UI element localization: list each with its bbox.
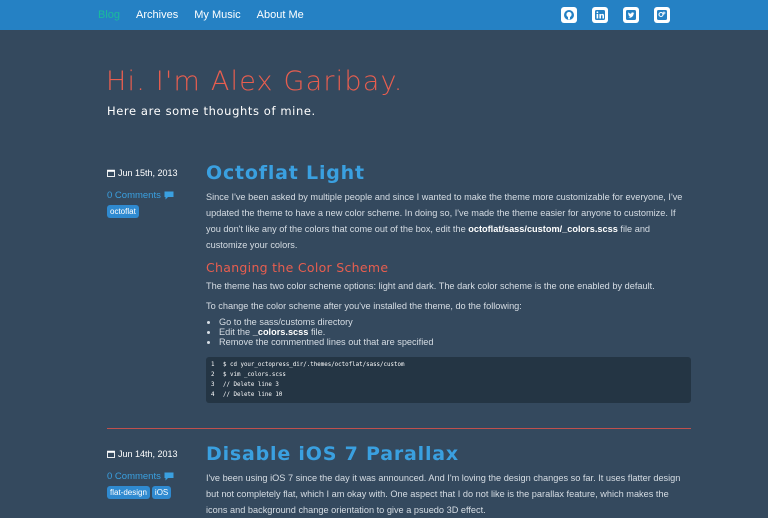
site-title[interactable]: Hi. I'm Alex Garibay. (106, 66, 404, 97)
nav-item-archives[interactable]: Archives (136, 9, 178, 21)
comment-icon (164, 472, 174, 481)
code-line: 1 $ cd your_octopress_dir/.themes/octofla… (211, 360, 686, 370)
code-line: 3 // Delete line 3 (211, 380, 686, 390)
list-item-text: Go to the sass/customs directory (219, 317, 353, 327)
post-comments-link[interactable]: 0 Comments (107, 471, 197, 482)
social-links (561, 7, 685, 23)
nav-item-my-music[interactable]: My Music (194, 9, 240, 21)
line-number: 4 (211, 392, 215, 398)
code-text: // Delete line 10 (223, 392, 283, 398)
post-comments-text[interactable]: 0 Comments (107, 471, 161, 482)
post-intro: I've been using iOS 7 since the day it w… (206, 473, 681, 515)
post-title[interactable]: Disable iOS 7 Parallax (206, 443, 691, 465)
post-date: Jun 15th, 2013 (107, 168, 197, 178)
post-comments-text[interactable]: 0 Comments (107, 190, 161, 201)
calendar-icon (107, 450, 115, 458)
code-text: $ cd your_octopress_dir/.themes/octoflat… (223, 362, 405, 368)
tag-octoflat[interactable]: octoflat (107, 205, 139, 218)
post-date: Jun 14th, 2013 (107, 449, 197, 459)
list-item-text-end: file. (308, 327, 326, 337)
list-item: Edit the _colors.scss file. (219, 327, 691, 337)
main-nav: Blog Archives My Music About Me (98, 0, 320, 30)
post-divider (107, 428, 691, 429)
list-item-text: Remove the commentned lines out that are… (219, 337, 434, 347)
post-title[interactable]: Octoflat Light (206, 162, 691, 184)
list-item: Go to the sass/customs directory (219, 317, 691, 327)
code-text: $ vim _colors.scss (223, 372, 286, 378)
tag-flat-design[interactable]: flat-design (107, 486, 150, 499)
site-subtitle: Here are some thoughts of mine. (107, 104, 316, 118)
calendar-icon (107, 169, 115, 177)
post-tags: flat-design iOS (107, 486, 197, 499)
post-date-text: Jun 15th, 2013 (118, 168, 178, 178)
post-meta: Jun 15th, 2013 0 Comments octoflat (107, 168, 197, 218)
code-line: 2 $ vim _colors.scss (211, 370, 686, 380)
twitter-icon[interactable] (623, 7, 639, 23)
comment-icon (164, 191, 174, 200)
list-item-file: _colors.scss (252, 327, 309, 337)
top-navigation-bar: Blog Archives My Music About Me (0, 0, 768, 30)
code-text: // Delete line 3 (223, 382, 279, 388)
tag-ios[interactable]: iOS (151, 486, 172, 499)
post-paragraph: To change the color scheme after you've … (206, 301, 522, 311)
code-line: 4 // Delete line 10 (211, 390, 686, 400)
github-icon[interactable] (561, 7, 577, 23)
post-date-text: Jun 14th, 2013 (118, 449, 178, 459)
post-intro: Since I've been asked by multiple people… (206, 189, 691, 253)
post-comments-link[interactable]: 0 Comments (107, 190, 197, 201)
line-number: 1 (211, 362, 215, 368)
code-block: 1 $ cd your_octopress_dir/.themes/octofla… (206, 357, 691, 403)
google-plus-icon[interactable] (654, 7, 670, 23)
section-heading: Changing the Color Scheme (206, 260, 389, 275)
list-item-text: Edit the (219, 327, 253, 337)
post-meta: Jun 14th, 2013 0 Comments flat-design iO… (107, 449, 197, 499)
post-tags: octoflat (107, 205, 197, 218)
post-article: Disable iOS 7 Parallax I've been using i… (206, 443, 691, 518)
linkedin-icon[interactable] (592, 7, 608, 23)
post-paragraph: The theme has two color scheme options: … (206, 281, 655, 291)
line-number: 3 (211, 382, 215, 388)
nav-item-blog[interactable]: Blog (98, 9, 120, 21)
post-intro-file: octoflat/sass/custom/_colors.scss (468, 224, 618, 234)
instructions-list: Go to the sass/customs directory Edit th… (206, 317, 691, 347)
nav-item-about-me[interactable]: About Me (257, 9, 304, 21)
post-article: Octoflat Light Since I've been asked by … (206, 162, 691, 403)
list-item: Remove the commentned lines out that are… (219, 337, 691, 347)
line-number: 2 (211, 372, 215, 378)
